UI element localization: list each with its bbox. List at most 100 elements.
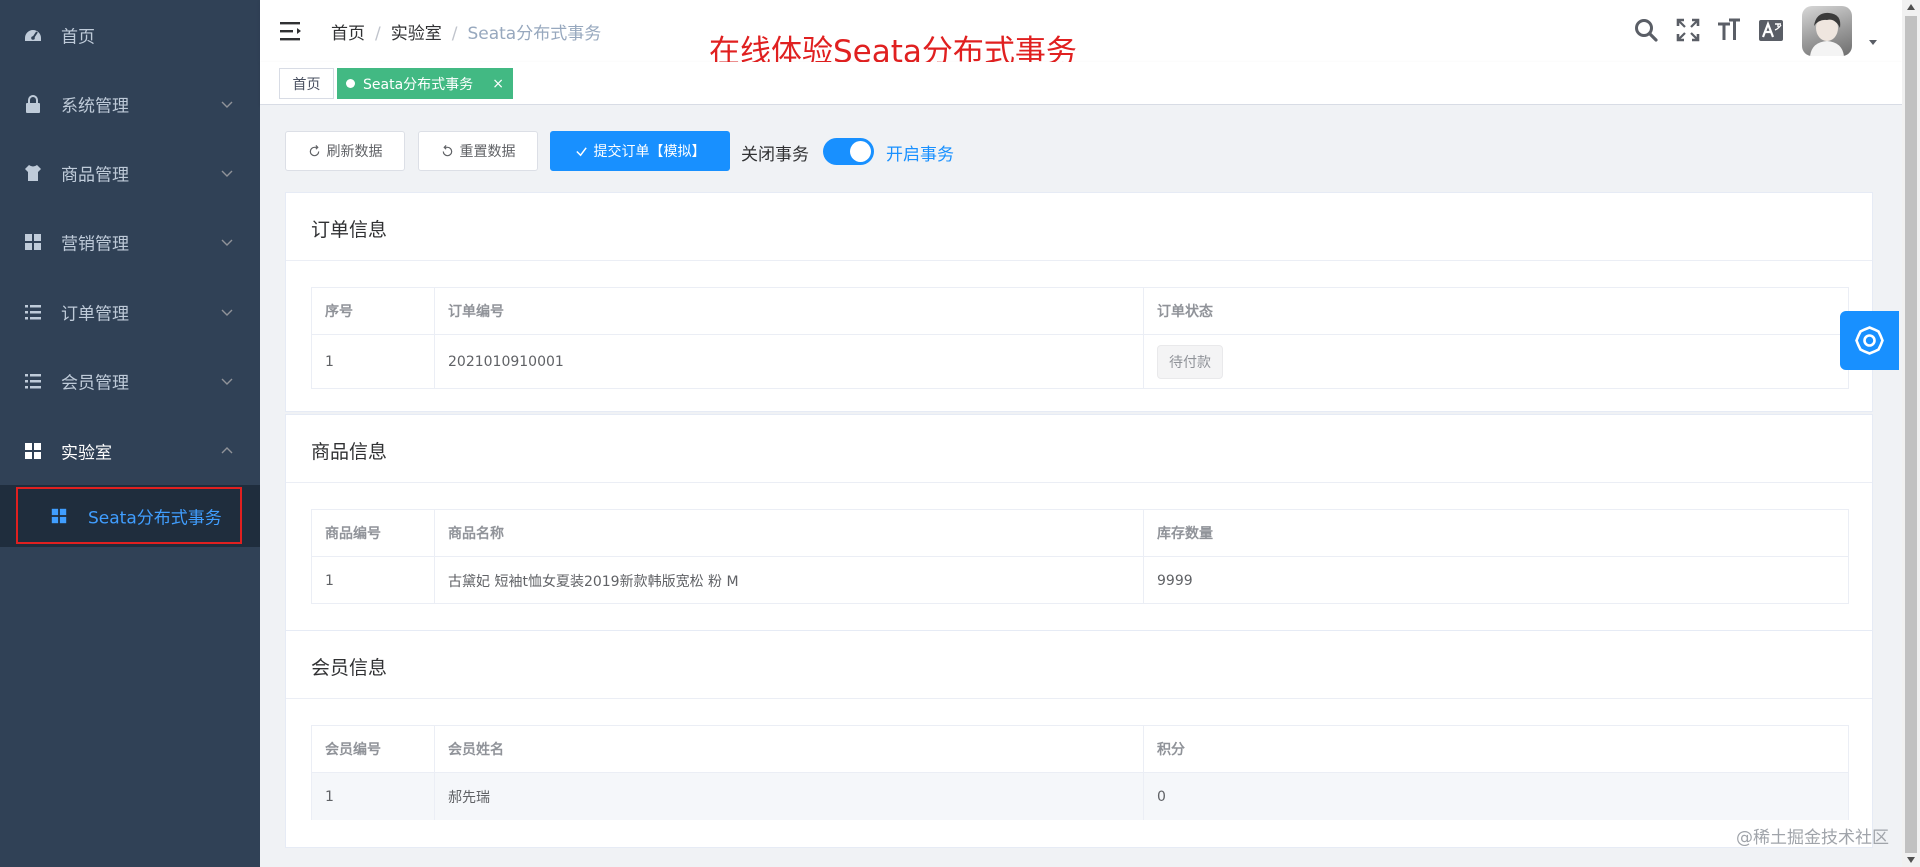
dashboard-icon <box>25 30 41 41</box>
breadcrumb-current: Seata分布式事务 <box>467 24 602 44</box>
card-title: 商品信息 <box>311 441 388 463</box>
scrollbar[interactable] <box>1902 0 1920 867</box>
tags-view: 首页 Seata分布式事务 × <box>260 62 1902 105</box>
column-header: 商品名称 <box>435 510 1144 556</box>
reset-button[interactable]: 重置数据 <box>418 131 538 171</box>
font-size-icon[interactable] <box>1715 16 1743 44</box>
switch-on-label: 开启事务 <box>886 145 954 165</box>
submit-order-label: 提交订单【模拟】 <box>593 144 706 160</box>
breadcrumb-home[interactable]: 首页 <box>331 24 365 44</box>
avatar[interactable] <box>1802 6 1852 56</box>
card-header: 会员信息 <box>286 631 1872 699</box>
table-cell: 1 <box>312 557 435 604</box>
table-row: 1 古黛妃 短袖t恤女夏装2019新款韩版宽松 粉 M 9999 <box>312 557 1848 604</box>
sidebar-item-home[interactable]: 首页 <box>0 1 260 69</box>
product-table: 商品编号 商品名称 库存数量 1 古黛妃 短袖t恤女夏装2019新款韩版宽松 粉… <box>311 509 1849 604</box>
table-header: 会员编号 会员姓名 积分 <box>312 726 1848 773</box>
sidebar-item-label: 实验室 <box>61 443 112 464</box>
breadcrumb-lab[interactable]: 实验室 <box>391 24 442 44</box>
list-icon <box>25 374 41 389</box>
card-header: 订单信息 <box>286 193 1872 261</box>
lock-icon <box>26 95 40 113</box>
sidebar-item-label: 首页 <box>61 27 95 48</box>
column-header: 序号 <box>312 288 435 334</box>
tag-seata[interactable]: Seata分布式事务 × <box>337 68 513 99</box>
check-icon <box>575 146 587 156</box>
watermark: @稀土掘金技术社区 <box>1736 828 1889 848</box>
column-header: 商品编号 <box>312 510 435 556</box>
column-header: 订单状态 <box>1157 304 1213 320</box>
chevron-down-icon <box>221 170 233 177</box>
table-header: 序号 订单编号 订单状态 <box>312 288 1848 335</box>
scroll-up-arrow-icon[interactable] <box>1907 4 1915 10</box>
tag-label: Seata分布式事务 <box>363 76 474 93</box>
tag-home[interactable]: 首页 <box>279 68 334 99</box>
language-icon[interactable] <box>1757 16 1785 44</box>
sidebar-item-label: 系统管理 <box>61 96 129 117</box>
table-cell: 1 <box>312 335 435 389</box>
reset-button-label: 重置数据 <box>459 144 516 160</box>
hamburger-icon[interactable] <box>280 20 304 42</box>
sidebar-item-label: 商品管理 <box>61 165 129 186</box>
status-badge: 待付款 <box>1157 345 1223 379</box>
chevron-up-icon <box>221 447 233 454</box>
switch-knob <box>850 141 871 162</box>
reset-icon <box>442 144 452 156</box>
sidebar-item-system[interactable]: 系统管理 <box>0 70 260 138</box>
grid-icon <box>51 508 67 523</box>
card-header: 商品信息 <box>286 415 1872 483</box>
card-title: 订单信息 <box>311 219 388 241</box>
settings-button[interactable] <box>1840 311 1899 370</box>
caret-down-icon[interactable] <box>1867 37 1879 47</box>
breadcrumb-separator: / <box>375 24 381 44</box>
refresh-button-label: 刷新数据 <box>326 144 383 160</box>
column-header: 积分 <box>1157 742 1185 758</box>
active-dot-icon <box>346 79 355 88</box>
refresh-icon <box>309 144 319 156</box>
sidebar-submenu: Seata分布式事务 <box>0 485 260 547</box>
table-row: 1 郝先瑞 0 <box>312 773 1848 820</box>
table-cell: 古黛妃 短袖t恤女夏装2019新款韩版宽松 粉 M <box>435 557 1144 604</box>
sidebar-item-order[interactable]: 订单管理 <box>0 278 260 346</box>
fullscreen-icon[interactable] <box>1674 16 1702 44</box>
column-header: 库存数量 <box>1157 526 1213 542</box>
table-header: 商品编号 商品名称 库存数量 <box>312 510 1848 557</box>
breadcrumb-separator: / <box>451 24 458 44</box>
grid-icon <box>25 234 41 250</box>
table-cell: 待付款 <box>1144 335 1850 389</box>
switch-off-label: 关闭事务 <box>741 145 809 165</box>
table-cell: 2021010910001 <box>435 335 1144 389</box>
sidebar-item-label: 会员管理 <box>61 373 129 394</box>
product-card: 商品信息 商品编号 商品名称 库存数量 1 古黛妃 短袖t恤女夏装2019新款韩… <box>285 414 1873 634</box>
table-cell: 1 <box>312 773 435 820</box>
table-cell: 郝先瑞 <box>435 773 1144 820</box>
gear-icon <box>1855 326 1884 355</box>
grid-icon <box>25 443 41 459</box>
submit-order-button[interactable]: 提交订单【模拟】 <box>550 131 730 171</box>
column-header: 会员编号 <box>312 726 435 772</box>
refresh-button[interactable]: 刷新数据 <box>285 131 405 171</box>
chevron-down-icon <box>221 309 233 316</box>
sidebar-item-marketing[interactable]: 营销管理 <box>0 208 260 276</box>
search-icon[interactable] <box>1632 16 1660 44</box>
list-icon <box>25 305 41 320</box>
sidebar-item-seata[interactable]: Seata分布式事务 <box>16 487 242 544</box>
member-card: 会员信息 会员编号 会员姓名 积分 1 郝先瑞 0 <box>285 630 1873 848</box>
table-row: 1 2021010910001 待付款 <box>312 335 1848 389</box>
transaction-switch[interactable] <box>823 138 874 165</box>
tag-label: 首页 <box>292 76 321 93</box>
sidebar-item-member[interactable]: 会员管理 <box>0 347 260 415</box>
column-header: 会员姓名 <box>435 726 1144 772</box>
sidebar-item-label: Seata分布式事务 <box>88 508 222 528</box>
sidebar-item-label: 营销管理 <box>61 234 129 255</box>
chevron-down-icon <box>221 101 233 108</box>
close-icon[interactable]: × <box>492 76 504 92</box>
scroll-down-arrow-icon[interactable] <box>1907 857 1915 863</box>
sidebar-item-lab[interactable]: 实验室 <box>0 417 260 485</box>
sidebar-item-label: 订单管理 <box>61 304 129 325</box>
sidebar-item-product[interactable]: 商品管理 <box>0 139 260 207</box>
table-cell: 0 <box>1157 788 1166 805</box>
card-title: 会员信息 <box>311 657 388 679</box>
avatar-image <box>1810 12 1844 56</box>
scroll-thumb[interactable] <box>1905 16 1917 853</box>
